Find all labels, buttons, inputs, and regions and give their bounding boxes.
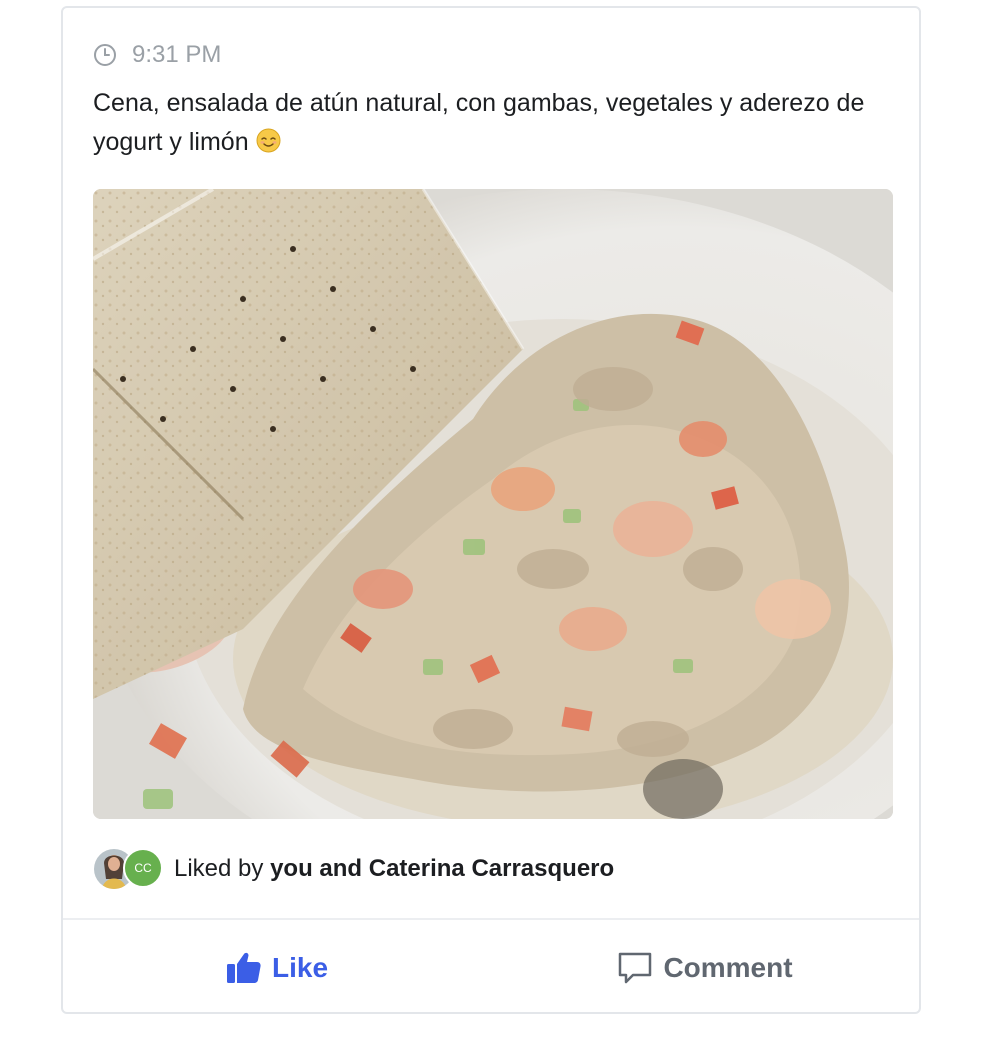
likes-prefix: Liked by xyxy=(174,855,271,882)
likes-names: you and Caterina Carrasquero xyxy=(270,855,615,882)
post-card: 9:31 PM Cena, ensalada de atún natural, … xyxy=(61,6,921,1014)
comment-label: Comment xyxy=(663,952,793,983)
post-text: Cena, ensalada de atún natural, con gamb… xyxy=(93,89,865,156)
comment-button[interactable]: Comment xyxy=(491,920,919,1016)
like-button[interactable]: Like xyxy=(63,920,491,1016)
post-actions: Like Comment xyxy=(63,920,919,1016)
like-label: Like xyxy=(271,952,329,983)
post-body: Cena, ensalada de atún natural, con gamb… xyxy=(93,84,893,162)
comment-icon xyxy=(617,951,653,985)
post-time-row: 9:31 PM xyxy=(93,41,221,69)
liker-avatars: CC xyxy=(93,848,165,890)
avatar-initials: CC xyxy=(123,848,163,888)
clock-icon xyxy=(93,43,117,67)
likes-summary[interactable]: CC Liked by you and Caterina Carrasquero xyxy=(93,848,614,890)
post-time: 9:31 PM xyxy=(132,41,222,68)
thumbs-up-icon xyxy=(226,951,262,985)
post-photo[interactable] xyxy=(93,189,893,819)
likes-text[interactable]: Liked by you and Caterina Carrasquero xyxy=(174,855,614,883)
relieved-face-icon xyxy=(256,126,281,153)
